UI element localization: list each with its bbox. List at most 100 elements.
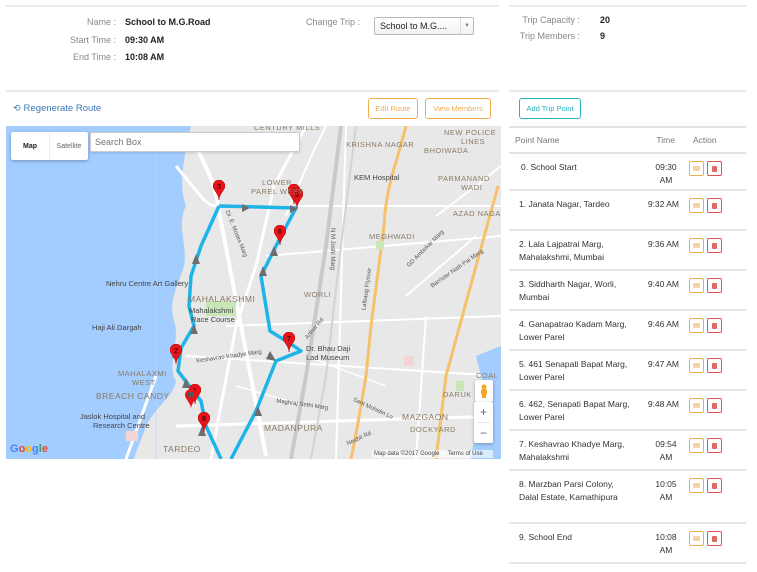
school-bus-marker[interactable] (185, 389, 197, 411)
trash-icon (712, 202, 717, 209)
map-label: Dr. Bhau Daji (306, 344, 351, 353)
map-label: MEGHWADI (369, 232, 415, 241)
edit-point-button[interactable] (689, 438, 704, 453)
route-marker-6[interactable]: 6 (273, 224, 287, 247)
row-actions (681, 478, 746, 522)
edit-point-button[interactable] (689, 398, 704, 413)
refresh-icon: ⟲ (13, 103, 21, 113)
map-label: Lad Museum (306, 353, 350, 362)
route-map[interactable]: 12345678 CENTURY MILLS KRISHNA NAGAR NEW… (6, 126, 501, 459)
route-marker-3[interactable]: 3 (212, 179, 226, 202)
map-canvas[interactable] (6, 126, 501, 459)
hospital-area (126, 431, 138, 441)
divider (6, 5, 499, 7)
route-marker-7[interactable]: 7 (282, 331, 296, 354)
change-trip-selected: School to M.G.... (380, 21, 448, 31)
edit-point-button[interactable] (689, 531, 704, 546)
delete-point-button[interactable] (707, 358, 722, 373)
edit-icon (693, 363, 700, 368)
trash-icon (712, 442, 717, 449)
map-search-input[interactable] (95, 137, 299, 147)
add-trip-point-label: Add Trip Point (526, 104, 574, 113)
point-time: 9:40 AM (647, 279, 679, 289)
delete-point-button[interactable] (707, 161, 722, 176)
terms-of-use-link[interactable]: Terms of Use (447, 451, 482, 457)
trip-page: Name : School to M.G.Road Start Time : 0… (0, 0, 757, 572)
route-marker-2[interactable]: 2 (169, 343, 183, 366)
row-actions (681, 358, 746, 389)
edit-route-button[interactable]: Edit Route (368, 98, 418, 119)
point-name: 4. Ganapatrao Kadam Marg, Lower Parel (509, 318, 631, 349)
map-label: LOWER (262, 178, 293, 187)
point-name: 9. School End (509, 531, 631, 562)
delete-point-button[interactable] (707, 531, 722, 546)
table-row: 4. Ganapatrao Kadam Marg, Lower Parel 9:4… (509, 311, 746, 351)
point-name: 2. Lala Lajpatrai Marg, Mahalakshmi, Mum… (509, 238, 631, 269)
trash-icon (712, 242, 717, 249)
point-index: 0. (521, 162, 529, 172)
edit-point-button[interactable] (689, 358, 704, 373)
map-search-box[interactable] (90, 132, 300, 152)
start-time-label: Start Time : (69, 35, 116, 45)
edit-point-button[interactable] (689, 238, 704, 253)
delete-point-button[interactable] (707, 438, 722, 453)
row-actions (681, 318, 746, 349)
map-label: DARUK (443, 390, 472, 399)
delete-point-button[interactable] (707, 398, 722, 413)
view-members-button[interactable]: View Members (425, 98, 491, 119)
regenerate-route-link[interactable]: ⟲ Regenerate Route (13, 103, 101, 114)
edit-icon (693, 536, 700, 541)
end-time-value: 10:08 AM (125, 52, 165, 62)
end-time-label: End Time : (72, 52, 116, 62)
add-trip-point-button[interactable]: Add Trip Point (519, 98, 581, 119)
trash-icon (712, 362, 717, 369)
change-trip-select[interactable]: School to M.G.... ▼ (374, 17, 474, 35)
end-time-row: End Time : 10:08 AM (0, 52, 164, 62)
column-header-action: Action (693, 135, 717, 145)
point-time: 10:08 AM (655, 532, 677, 555)
delete-point-button[interactable] (707, 478, 722, 493)
map-type-satellite-button[interactable]: Satellite (50, 132, 88, 160)
map-label: DOCKYARD (410, 425, 456, 434)
delete-point-button[interactable] (707, 198, 722, 213)
zoom-out-button[interactable]: − (474, 423, 493, 443)
edit-point-button[interactable] (689, 278, 704, 293)
row-actions (681, 531, 746, 562)
delete-point-button[interactable] (707, 278, 722, 293)
route-marker-8[interactable]: 8 (197, 411, 211, 434)
delete-point-button[interactable] (707, 238, 722, 253)
map-data-attribution: Map data ©2017 Google (374, 451, 440, 457)
table-row: 7. Keshavrao Khadye Marg, Mahalakshmi 09:… (509, 431, 746, 471)
row-actions (681, 198, 746, 229)
edit-point-button[interactable] (689, 478, 704, 493)
zoom-in-button[interactable]: + (474, 402, 493, 422)
divider (6, 90, 499, 92)
pegman-icon (481, 384, 487, 398)
map-type-map-button[interactable]: Map (11, 132, 50, 160)
point-index: 4. (519, 319, 527, 329)
map-label: MAHALAKSHMI (188, 294, 256, 304)
delete-point-button[interactable] (707, 318, 722, 333)
view-members-label: View Members (433, 104, 483, 113)
trip-capacity-row: Trip Capacity : 20 (500, 15, 610, 25)
trip-members-row: Trip Members : 9 (500, 31, 605, 41)
trip-points-table: Point Name Time Action 0. School Start 09… (509, 126, 746, 564)
map-label: PAREL WEST (251, 187, 304, 196)
sea-area (6, 126, 191, 459)
edit-point-button[interactable] (689, 318, 704, 333)
edit-point-button[interactable] (689, 161, 704, 176)
map-label: COAL B (476, 371, 501, 380)
table-body: 0. School Start 09:30 AM 1. Janata Nagar, … (509, 154, 746, 564)
edit-point-button[interactable] (689, 198, 704, 213)
map-label: AZAD NAGAR (453, 209, 501, 218)
map-pin-icon: 7 (282, 331, 296, 353)
column-header-point-name: Point Name (515, 134, 560, 145)
street-view-pegman-icon[interactable] (475, 380, 493, 402)
svg-text:7: 7 (287, 336, 291, 343)
point-name-text: 461 Senapati Bapat Marg, Lower Parel (519, 359, 628, 382)
point-time: 9:47 AM (647, 359, 679, 369)
trash-icon (712, 165, 717, 172)
google-logo[interactable]: Google (10, 443, 48, 455)
map-label: MAHALAXMI (118, 369, 167, 378)
point-index: 7. (519, 439, 527, 449)
